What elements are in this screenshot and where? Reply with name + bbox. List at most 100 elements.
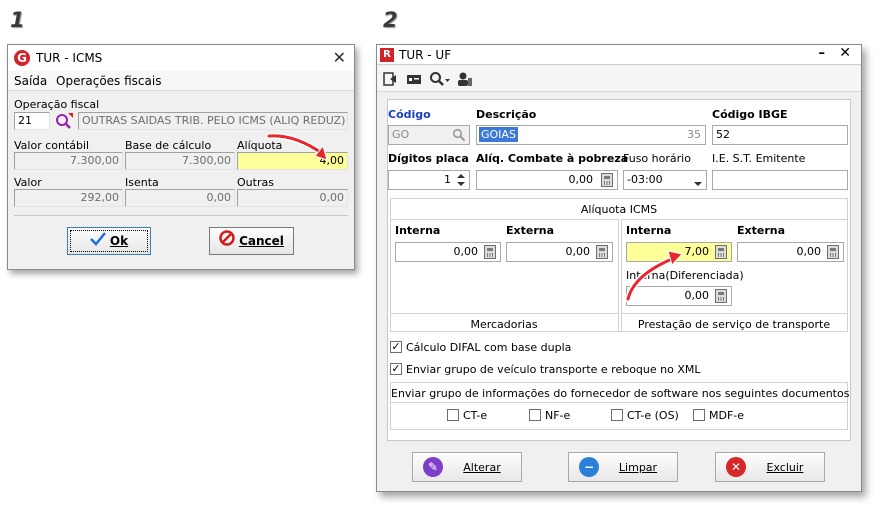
chk-mdfe[interactable] [693,409,705,421]
app-logo-icon: R [380,48,394,62]
chk-cte-os-label: CT-e (OS) [627,409,679,422]
operacao-code-field[interactable]: 21 [14,112,50,130]
check-icon [90,229,106,255]
minimize-icon[interactable]: – [819,46,826,61]
uf-titlebar: R TUR - UF – ✕ [377,45,861,65]
valor-contabil-label: Valor contábil [14,139,90,152]
isenta-label: Isenta [125,176,159,189]
calculator-icon[interactable] [827,245,839,259]
ibge-label: Código IBGE [712,108,788,121]
card-icon[interactable] [406,71,422,87]
ok-label: Ok [109,234,129,248]
transp-externa-label: Externa [737,224,786,237]
chk-difal[interactable]: ✓ [390,341,402,353]
operacao-desc-field: OUTRAS SAIDAS TRIB. PELO ICMS (ALIQ REDU… [78,112,348,130]
aliquota-icms-group: Alíquota ICMS Interna Externa 0,00 0,00 … [390,198,848,332]
alterar-button[interactable]: ✎ Alterar [412,452,522,482]
icms-titlebar: G TUR - ICMS ✕ [8,45,354,71]
aliq-pobreza-field[interactable]: 0,00 [476,170,618,190]
close-icon[interactable]: ✕ [839,45,851,61]
divider [391,313,619,314]
chk-cte[interactable] [447,409,459,421]
merc-interna-label: Interna [395,224,441,237]
chk-cte-label: CT-e [463,409,488,422]
calculator-icon[interactable] [715,289,727,303]
limpar-button[interactable]: − Limpar [568,452,678,482]
chk-nfe[interactable] [529,409,541,421]
ie-st-label: I.E. S.T. Emitente [712,152,806,165]
divider [14,215,348,216]
user-icon[interactable] [457,71,473,87]
fornecedor-group: Enviar grupo de informações do fornecedo… [390,382,850,430]
mercadorias-label: Mercadorias [470,318,538,331]
fornecedor-title: Enviar grupo de informações do fornecedo… [391,387,850,400]
descricao-value: GOIAS [479,127,518,142]
calculator-icon[interactable] [484,245,496,259]
icms-window: G TUR - ICMS ✕ Saída Operações fiscais O… [7,44,355,270]
aliquota-label: Alíquota [237,139,283,152]
chk-nfe-label: NF-e [545,409,571,422]
base-calculo-label: Base de cálculo [125,139,212,152]
mercadorias-group: Interna Externa 0,00 0,00 Mercadorias [391,219,619,331]
alterar-label: Alterar [463,461,501,474]
valor-field: 292,00 [14,189,123,207]
transporte-label: Prestação de serviço de transporte [637,318,831,331]
icms-panel: Operação fiscal 21 OUTRAS SAIDAS TRIB. P… [8,92,354,216]
cancel-label: Cancel [239,234,284,248]
outras-field: 0,00 [237,189,348,207]
divider [622,313,848,314]
isenta-field: 0,00 [125,189,235,207]
calculator-icon[interactable] [596,245,608,259]
menu-saida[interactable]: Saída [14,74,47,88]
forbidden-icon [219,229,235,255]
base-calculo-field: 7.300,00 [125,152,235,170]
outras-label: Outras [237,176,274,189]
menu-operacoes-fiscais[interactable]: Operações fiscais [56,74,161,88]
app-logo-icon: G [14,50,30,66]
step-number-2: 2 [383,8,398,32]
descricao-field[interactable]: GOIAS 35 [476,125,706,145]
digitos-placa-label: Dígitos placa [388,152,469,165]
excluir-label: Excluir [766,461,804,474]
fuso-horario-label: Fuso horário [623,152,691,165]
transp-interna-label: Interna [626,224,672,237]
ok-button[interactable]: Ok [67,227,151,255]
excluir-button[interactable]: ✕ Excluir [715,452,825,482]
uf-title: TUR - UF [399,48,452,62]
spinner-icon[interactable] [455,172,467,188]
ie-st-field[interactable] [712,170,848,190]
ibge-field[interactable]: 52 [712,125,848,145]
aliquota-icms-title: Alíquota ICMS [580,203,658,216]
chk-difal-label: Cálculo DIFAL com base dupla [406,341,572,354]
descricao-label: Descrição [476,108,537,121]
close-icon[interactable]: ✕ [333,48,346,67]
valor-contabil-field: 7.300,00 [14,152,123,170]
descricao-counter: 35 [687,128,701,141]
chk-veiculo[interactable]: ✓ [390,363,402,375]
icms-menubar: Saída Operações fiscais [8,71,354,91]
uf-form: Código Descrição Código IBGE GO GOIAS 35… [387,99,851,441]
uf-window: R TUR - UF – ✕ Código Descrição Código I… [376,44,862,492]
search-icon[interactable] [452,128,466,142]
calculator-icon[interactable] [601,173,613,187]
search-icon[interactable] [54,112,74,130]
chevron-down-icon [694,177,702,186]
aliquota-field[interactable]: 4,00 [237,152,348,170]
chk-cte-os[interactable] [611,409,623,421]
transp-dif-label: Interna(Diferenciada) [626,269,744,282]
valor-label: Valor [14,176,42,189]
merc-externa-label: Externa [506,224,555,237]
chk-veiculo-label: Enviar grupo de veículo transporte e reb… [406,363,701,376]
chk-mdfe-label: MDF-e [709,409,745,422]
step-number-1: 1 [10,8,25,32]
exit-icon[interactable] [383,71,399,87]
divider [391,402,847,403]
calculator-icon[interactable] [715,245,727,259]
codigo-label: Código [388,108,431,121]
cancel-button[interactable]: Cancel [209,227,294,255]
uf-toolbar [377,66,861,92]
limpar-label: Limpar [618,461,658,474]
icms-title: TUR - ICMS [36,51,103,65]
aliq-pobreza-label: Alíq. Combate à pobreza [476,152,629,165]
search-dropdown-icon[interactable] [429,71,451,87]
